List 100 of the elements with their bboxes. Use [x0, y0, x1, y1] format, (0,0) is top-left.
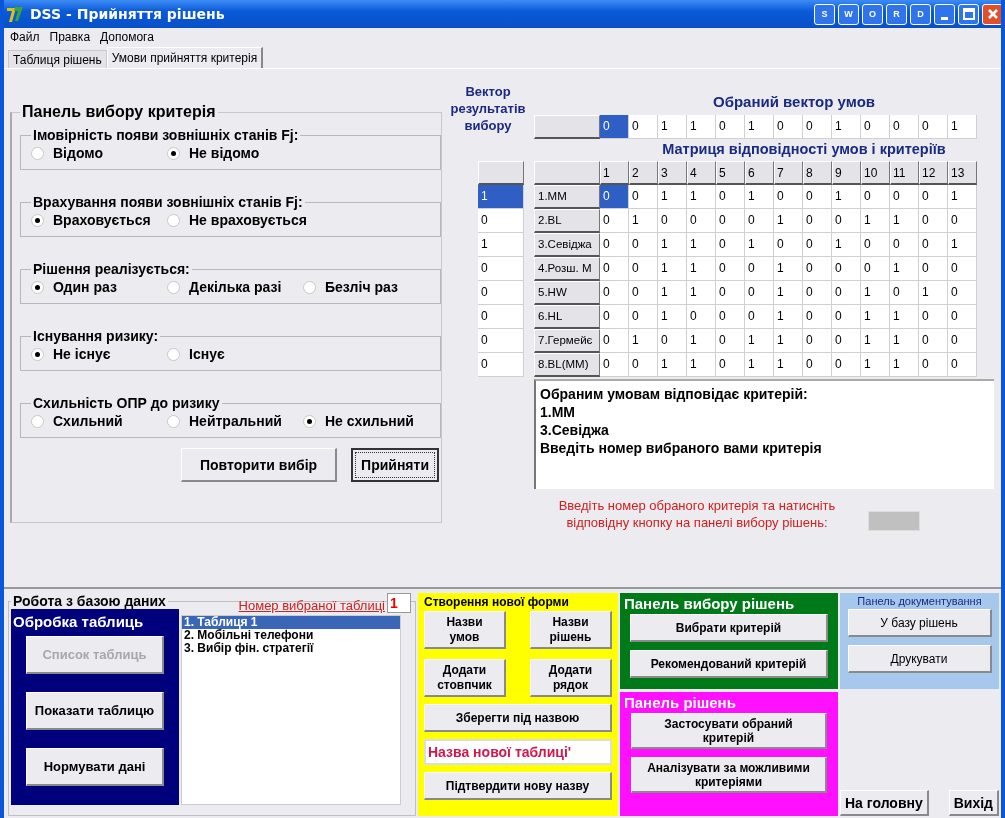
radio-button[interactable] [31, 347, 44, 361]
menu-item[interactable]: Правка [49, 30, 91, 48]
table-cell[interactable]: 0 [600, 353, 629, 377]
table-cell[interactable]: 0 [919, 305, 948, 329]
radio-button[interactable] [303, 414, 316, 428]
tab[interactable]: Умови прийняття критерія [106, 47, 264, 68]
radio-button[interactable] [303, 280, 316, 294]
vector-cell[interactable]: 0 [600, 115, 629, 139]
table-cell[interactable]: 1 [861, 281, 890, 305]
vector-cell[interactable]: 0 [629, 115, 658, 139]
list-item[interactable]: 1. Таблиця 1 [182, 616, 400, 629]
table-cell[interactable]: 0 [687, 305, 716, 329]
table-cell[interactable]: 0 [745, 281, 774, 305]
table-cell[interactable]: 0 [600, 305, 629, 329]
action-button[interactable]: Додати стовпчик [424, 659, 506, 697]
vector-cell[interactable]: 1 [658, 115, 687, 139]
table-cell[interactable]: 0 [803, 257, 832, 281]
table-cell[interactable]: 1 [629, 329, 658, 353]
table-cell[interactable]: 0 [600, 329, 629, 353]
table-cell[interactable]: 0 [629, 233, 658, 257]
radio-button[interactable] [31, 213, 44, 227]
table-cell[interactable]: 1 [919, 281, 948, 305]
table-cell[interactable]: 0 [745, 257, 774, 281]
vector-cell[interactable]: 0 [861, 115, 890, 139]
table-cell[interactable]: 0 [716, 281, 745, 305]
table-cell[interactable]: 0 [629, 185, 658, 209]
action-button[interactable]: Рекомендований критерій [630, 650, 828, 678]
table-cell[interactable]: 1 [890, 329, 919, 353]
table-cell[interactable]: 1 [890, 305, 919, 329]
table-cell[interactable]: 1 [774, 329, 803, 353]
table-cell[interactable]: 0 [716, 233, 745, 257]
table-cell[interactable]: 0 [890, 233, 919, 257]
table-cell[interactable]: 1 [774, 257, 803, 281]
table-cell[interactable]: 0 [600, 281, 629, 305]
vector-cell[interactable]: 1 [478, 185, 524, 209]
table-cell[interactable]: 0 [919, 233, 948, 257]
table-cell[interactable]: 0 [919, 257, 948, 281]
table-cell[interactable]: 0 [948, 329, 977, 353]
table-number-field[interactable]: 1 [387, 593, 411, 613]
confirm-button[interactable]: Підтвердити нову назву [424, 772, 612, 800]
criterion-number-field[interactable] [868, 511, 920, 531]
table-cell[interactable]: 0 [803, 329, 832, 353]
table-cell[interactable]: 0 [803, 281, 832, 305]
menu-item[interactable]: Файл [10, 30, 40, 48]
table-cell[interactable]: 1 [890, 257, 919, 281]
nav-button[interactable]: Вихід [948, 790, 999, 816]
table-cell[interactable]: 0 [600, 185, 629, 209]
table-cell[interactable]: 1 [861, 209, 890, 233]
table-cell[interactable]: 1 [948, 233, 977, 257]
action-button[interactable]: Назви рішень [530, 611, 612, 649]
radio-button[interactable] [31, 414, 44, 428]
table-cell[interactable]: 1 [745, 185, 774, 209]
vector-cell[interactable]: 0 [478, 209, 524, 233]
table-cell[interactable]: 1 [658, 257, 687, 281]
radio-button[interactable] [167, 213, 180, 227]
table-cell[interactable]: 1 [774, 281, 803, 305]
table-cell[interactable]: 0 [774, 233, 803, 257]
table-cell[interactable]: 1 [687, 233, 716, 257]
table-cell[interactable]: 0 [803, 305, 832, 329]
table-cell[interactable]: 1 [861, 329, 890, 353]
table-cell[interactable]: 1 [687, 281, 716, 305]
table-cell[interactable]: 0 [832, 281, 861, 305]
action-button[interactable]: Додати рядок [530, 659, 612, 697]
title-letter-button[interactable]: W [838, 3, 859, 25]
table-cell[interactable]: 1 [658, 353, 687, 377]
list-item[interactable]: 3. Вибір фін. стратегії [182, 642, 400, 655]
nav-button[interactable]: На головну [840, 790, 929, 816]
table-cell[interactable]: 0 [832, 209, 861, 233]
table-cell[interactable]: 0 [716, 305, 745, 329]
radio-button[interactable] [167, 146, 180, 160]
table-cell[interactable]: 0 [890, 185, 919, 209]
table-cell[interactable]: 0 [716, 185, 745, 209]
radio-button[interactable] [167, 280, 180, 294]
vector-cell[interactable]: 0 [478, 353, 524, 377]
vector-cell[interactable]: 0 [774, 115, 803, 139]
table-cell[interactable]: 0 [716, 329, 745, 353]
table-cell[interactable]: 1 [658, 305, 687, 329]
table-cell[interactable]: 0 [600, 233, 629, 257]
table-cell[interactable]: 0 [890, 281, 919, 305]
table-cell[interactable]: 0 [629, 281, 658, 305]
table-cell[interactable]: 0 [658, 209, 687, 233]
action-button[interactable]: Аналізувати за можливими критеріями [631, 757, 827, 793]
table-cell[interactable]: 0 [629, 353, 658, 377]
save-as-button[interactable]: Зберегти під назвою [424, 704, 612, 732]
table-cell[interactable]: 0 [861, 185, 890, 209]
table-cell[interactable]: 1 [832, 233, 861, 257]
vector-cell[interactable]: 1 [948, 115, 977, 139]
title-letter-button[interactable]: R [886, 3, 907, 25]
table-cell[interactable]: 0 [919, 209, 948, 233]
table-cell[interactable]: 0 [861, 233, 890, 257]
table-cell[interactable]: 0 [600, 209, 629, 233]
radio-button[interactable] [31, 280, 44, 294]
table-cell[interactable]: 1 [745, 233, 774, 257]
table-cell[interactable]: 1 [774, 353, 803, 377]
title-letter-button[interactable]: O [862, 3, 883, 25]
table-cell[interactable]: 0 [716, 257, 745, 281]
table-cell[interactable]: 1 [861, 353, 890, 377]
table-cell[interactable]: 0 [600, 257, 629, 281]
table-cell[interactable]: 1 [687, 185, 716, 209]
table-cell[interactable]: 0 [948, 209, 977, 233]
